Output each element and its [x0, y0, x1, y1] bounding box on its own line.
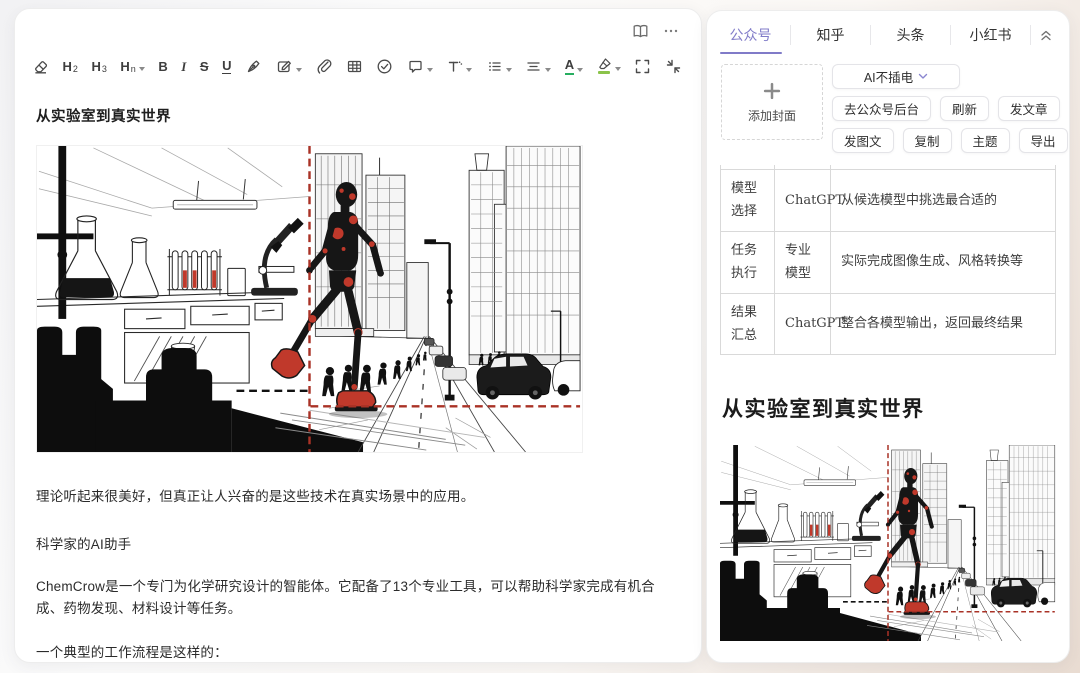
task-check-button[interactable] [375, 56, 394, 77]
copy-button[interactable]: 复制 [903, 128, 952, 153]
list-button[interactable] [485, 56, 513, 77]
chevron-down-icon [427, 68, 433, 72]
theme-button[interactable]: 主题 [961, 128, 1010, 153]
lab-to-city-illustration[interactable] [36, 145, 583, 453]
pen-button[interactable] [244, 56, 263, 77]
table-button[interactable] [345, 56, 364, 77]
font-size-icon [446, 58, 463, 75]
chevron-down-icon [466, 68, 472, 72]
chevron-down-icon [918, 73, 928, 80]
font-color-button[interactable]: A [564, 55, 584, 77]
align-icon [525, 58, 542, 75]
fullscreen-button[interactable] [633, 56, 652, 77]
publish-image-text-button[interactable]: 发图文 [832, 128, 894, 153]
heading-n-button[interactable]: Hn [119, 57, 145, 76]
article-preview[interactable]: 模型选择 ChatGPT 从候选模型中挑选最合适的 任务执行 专业模型 实际完成… [707, 165, 1069, 662]
font-size-button[interactable] [445, 56, 473, 77]
bold-button[interactable]: B [157, 57, 168, 76]
heading-2-button[interactable]: H2 [62, 57, 79, 76]
lab-to-city-illustration-svg [37, 146, 582, 452]
ai-plugin-button[interactable]: AI不插电 [832, 64, 960, 89]
heading-3-button[interactable]: H3 [90, 57, 107, 76]
strikethrough-button[interactable]: S [199, 57, 210, 76]
align-button[interactable] [524, 56, 552, 77]
table-icon [346, 58, 363, 75]
paperclip-icon [315, 58, 332, 75]
more-options-button[interactable] [663, 23, 679, 39]
highlighter-icon [597, 58, 612, 70]
pen-icon [245, 58, 262, 75]
editor-panel: H2 H3 Hn B I S U [14, 8, 702, 663]
check-circle-icon [376, 58, 393, 75]
eraser-icon [32, 58, 49, 75]
chevron-down-icon [577, 68, 583, 72]
paragraph[interactable]: 一个典型的工作流程是这样的： [36, 642, 680, 663]
chevron-down-icon [545, 68, 551, 72]
underline-button[interactable]: U [221, 56, 232, 76]
italic-button[interactable]: I [180, 57, 187, 76]
more-options-icon [663, 23, 679, 39]
add-cover-button[interactable]: 添加封面 [721, 64, 823, 140]
add-cover-label: 添加封面 [748, 107, 796, 124]
platform-tabbar: 公众号 知乎 头条 小红书 [707, 11, 1069, 55]
collapse-tabs-button[interactable] [1031, 15, 1061, 55]
desktop-background: H2 H3 Hn B I S U [0, 0, 1080, 673]
tab-zhihu[interactable]: 知乎 [791, 25, 871, 45]
clear-format-button[interactable] [31, 56, 50, 77]
paragraph[interactable]: ChemCrow是一个专门为化学研究设计的智能体。它配备了13个专业工具，可以帮… [36, 576, 666, 619]
go-backend-button[interactable]: 去公众号后台 [832, 96, 931, 121]
workflow-table: 模型选择 ChatGPT 从候选模型中挑选最合适的 任务执行 专业模型 实际完成… [720, 165, 1056, 355]
exit-fullscreen-icon [665, 58, 682, 75]
paragraph[interactable]: 理论听起来很美好，但真正让人兴奋的是这些技术在真实场景中的应用。 [36, 486, 680, 508]
edit-box-icon [276, 58, 293, 75]
lab-to-city-illustration-preview [720, 445, 1056, 641]
comment-button[interactable] [406, 56, 434, 77]
edit-box-button[interactable] [275, 56, 303, 77]
fullscreen-icon [634, 58, 651, 75]
chevron-down-icon [139, 67, 145, 71]
comment-icon [407, 58, 424, 75]
export-button[interactable]: 导出 [1019, 128, 1068, 153]
lab-to-city-illustration-svg [720, 445, 1056, 641]
reading-view-button[interactable] [632, 23, 649, 40]
table-row: 模型选择 ChatGPT 从候选模型中挑选最合适的 [721, 170, 1056, 232]
plus-icon [762, 81, 782, 101]
table-row: 结果汇总 ChatGPT 整合各模型输出，返回最终结果 [721, 293, 1056, 355]
publish-article-button[interactable]: 发文章 [998, 96, 1060, 121]
chevron-down-icon [296, 68, 302, 72]
list-icon [486, 58, 503, 75]
highlight-button[interactable] [596, 56, 622, 76]
tab-toutiao[interactable]: 头条 [871, 25, 951, 45]
document-editor[interactable]: 从实验室到真实世界 理论听起来很美好，但真正让人兴奋的是这些技术在真实场景中的应… [15, 87, 701, 663]
refresh-button[interactable]: 刷新 [940, 96, 989, 121]
formatting-toolbar: H2 H3 Hn B I S U [15, 49, 701, 87]
exit-fullscreen-button[interactable] [664, 56, 683, 77]
paragraph[interactable]: 科学家的AI助手 [36, 534, 680, 556]
tab-gongzhonghao[interactable]: 公众号 [711, 25, 791, 45]
chevron-down-icon [615, 67, 621, 71]
publish-actions: 添加封面 AI不插电 去公众号后台 刷新 发文章 发图文 复制 主题 [707, 55, 1069, 165]
tab-xiaohongshu[interactable]: 小红书 [951, 25, 1031, 45]
attachment-button[interactable] [314, 56, 333, 77]
document-heading[interactable]: 从实验室到真实世界 [36, 105, 680, 126]
chevron-down-icon [506, 68, 512, 72]
preview-section-heading: 从实验室到真实世界 [722, 393, 1056, 423]
editor-topbar [15, 9, 701, 49]
open-book-icon [632, 23, 649, 40]
preview-panel: 公众号 知乎 头条 小红书 添加封面 AI不插电 去 [706, 10, 1070, 663]
table-row: 任务执行 专业模型 实际完成图像生成、风格转换等 [721, 231, 1056, 293]
double-chevron-up-icon [1039, 28, 1053, 43]
